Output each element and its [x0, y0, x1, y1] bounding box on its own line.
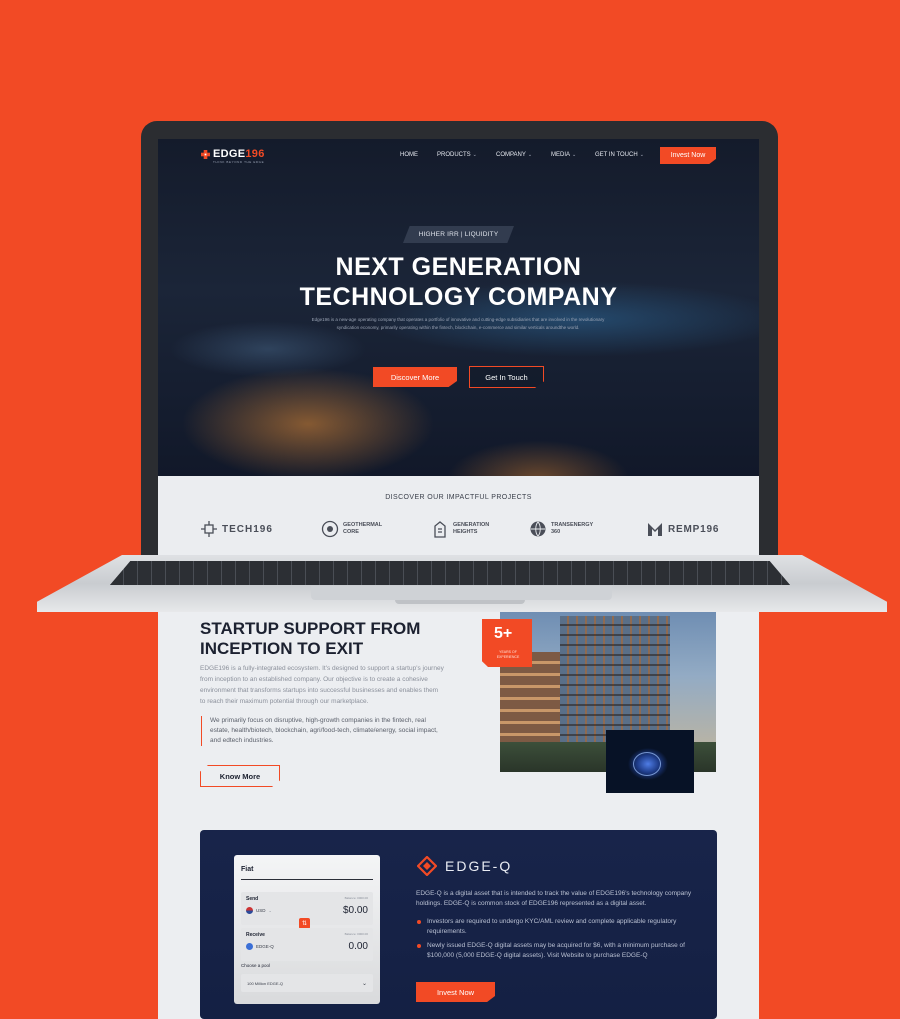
experience-number: 5+ — [494, 625, 513, 642]
logo-text: EDGE196 — [213, 148, 265, 160]
remp-icon — [648, 523, 662, 536]
nav-company[interactable]: COMPANY ⌄ — [496, 152, 532, 158]
pool-label: Choose a pool — [241, 963, 271, 968]
receive-field[interactable]: Receive Balance: 0000.00 EDGE-Q 0.00 — [241, 928, 373, 961]
startup-description: EDGE196 is a fully-integrated ecosystem.… — [200, 665, 444, 705]
send-amount: $0.00 — [342, 905, 368, 916]
laptop-trackpad — [311, 586, 612, 600]
nav-media[interactable]: MEDIA ⌄ — [551, 152, 576, 158]
edge-q-bullet: Investors are required to undergo KYC/AM… — [416, 917, 696, 937]
geothermal-icon — [321, 520, 339, 538]
us-flag-icon — [246, 907, 253, 914]
projects-section: DISCOVER OUR IMPACTFUL PROJECTS TECH196 … — [158, 476, 759, 560]
logo-tagline: THINK BEYOND THE EDGE — [213, 160, 265, 164]
hero-title-line2: TECHNOLOGY COMPANY — [299, 283, 618, 311]
edge-q-description: EDGE-Q is a digital asset that is intend… — [416, 890, 692, 907]
chevron-down-icon: ⌄ — [361, 980, 367, 987]
experience-label: YEARS OF EXPERIENCE — [496, 650, 520, 659]
project-logo-remp196[interactable]: REMP196 — [646, 520, 719, 538]
chip-icon — [201, 521, 217, 537]
hero-description: Edge196 is a new-age operating company t… — [311, 317, 605, 330]
edge-q-diamond-icon — [417, 856, 437, 876]
jellyfish-image — [606, 730, 694, 793]
chevron-down-icon: ⌄ — [268, 908, 272, 913]
project-logo-geothermal-core[interactable]: GEOTHERMAL CORE — [321, 520, 382, 538]
nav-home[interactable]: HOME — [400, 152, 418, 158]
currency-select[interactable]: USD ⌄ — [246, 907, 272, 914]
globe-icon — [530, 521, 546, 537]
chevron-down-icon: ⌄ — [472, 152, 477, 158]
laptop-keyboard — [110, 561, 790, 585]
exchange-widget: Fiat Send Balance: 0000.00 USD ⌄ $0.00 ⇅… — [234, 855, 380, 1004]
know-more-button[interactable]: Know More — [200, 765, 280, 787]
hero-title-line1: NEXT GENERATION — [335, 253, 582, 281]
page-preview: STARTUP SUPPORT FROM INCEPTION TO EXIT E… — [158, 612, 759, 1019]
laptop-screen: EDGE196 THINK BEYOND THE EDGE HOME PRODU… — [158, 139, 759, 560]
project-logo-generation-heights[interactable]: GENERATION HEIGHTS — [431, 520, 489, 538]
discover-more-button[interactable]: Discover More — [373, 367, 457, 387]
project-logo-transenergy-360[interactable]: TRANSENERGY 360 — [529, 520, 593, 538]
nav-invest-button[interactable]: Invest Now — [660, 147, 716, 164]
logo-icon — [201, 150, 210, 159]
edge-q-logo: EDGE-Q — [417, 856, 512, 876]
chevron-down-icon: ⌄ — [572, 152, 577, 158]
edge-q-invest-button[interactable]: Invest Now — [416, 982, 495, 1002]
experience-badge: 5+ YEARS OF EXPERIENCE — [482, 619, 532, 667]
nav-products[interactable]: PRODUCTS ⌄ — [437, 152, 477, 158]
projects-heading: DISCOVER OUR IMPACTFUL PROJECTS — [385, 494, 532, 501]
get-in-touch-button[interactable]: Get In Touch — [469, 366, 544, 388]
edge-q-token-icon — [246, 943, 253, 950]
chevron-down-icon: ⌄ — [527, 152, 533, 158]
building-icon — [434, 521, 446, 538]
hero-badge: HIGHER IRR | LIQUIDITY — [403, 226, 514, 243]
chevron-down-icon: ⌄ — [639, 152, 644, 158]
hero-section: EDGE196 THINK BEYOND THE EDGE HOME PRODU… — [158, 139, 759, 476]
pool-select[interactable]: 100 Million EDGE-Q ⌄ — [241, 974, 373, 992]
edge-q-bullet: Newly issued EDGE-Q digital assets may b… — [416, 941, 696, 961]
receive-amount: 0.00 — [348, 941, 368, 952]
nav-get-in-touch[interactable]: GET IN TOUCH ⌄ — [595, 152, 644, 158]
widget-title: Fiat — [241, 866, 254, 873]
startup-quote: We primarily focus on disruptive, high-g… — [201, 716, 446, 746]
receive-currency: EDGE-Q — [246, 943, 274, 950]
startup-title: STARTUP SUPPORT FROM INCEPTION TO EXIT — [200, 619, 421, 658]
edge-q-section: Fiat Send Balance: 0000.00 USD ⌄ $0.00 ⇅… — [200, 830, 717, 1019]
project-logo-tech196[interactable]: TECH196 — [200, 520, 273, 538]
laptop-notch — [395, 600, 525, 604]
